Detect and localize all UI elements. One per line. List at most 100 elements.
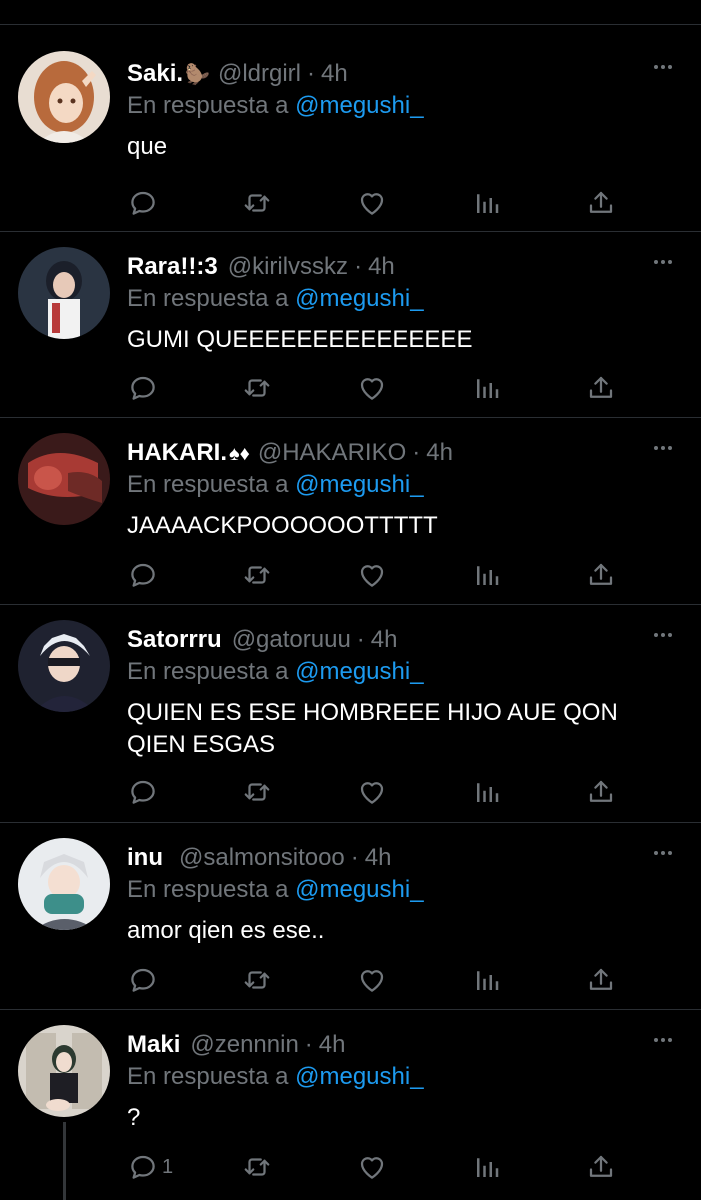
timestamp[interactable]: 4h [368, 253, 395, 280]
more-options-button[interactable] [651, 841, 675, 865]
reply-mention-link[interactable]: @megushi_ [295, 658, 423, 685]
retweet-button[interactable] [242, 183, 272, 223]
user-handle[interactable]: @salmonsitooo [179, 844, 345, 871]
bar-chart-icon [477, 783, 499, 802]
share-button[interactable] [586, 772, 616, 812]
user-handle[interactable]: @ldrgirl [218, 60, 301, 87]
bar-chart-icon [477, 194, 499, 213]
more-options-button[interactable] [651, 436, 675, 460]
reply-bubble-icon [131, 563, 155, 587]
like-button[interactable] [357, 1147, 387, 1187]
timestamp[interactable]: 4h [371, 626, 398, 653]
retweet-button[interactable] [242, 555, 272, 595]
retweet-button[interactable] [242, 772, 272, 812]
timestamp[interactable]: 4h [321, 60, 348, 87]
reply-bubble-icon [131, 780, 155, 804]
tweet-text: ? [127, 1104, 141, 1131]
share-button[interactable] [586, 1147, 616, 1187]
display-name[interactable]: Satorrru [127, 626, 222, 653]
view-stats-button[interactable] [472, 183, 502, 223]
reply-button[interactable] [128, 555, 162, 595]
tweet-card[interactable]: Saki. 🦫 @ldrgirl · 4h En respuesta a @megush… [0, 25, 701, 232]
retweet-button[interactable] [242, 960, 272, 1000]
tweet-card[interactable]: Satorrru @gatoruuu · 4h En respuesta a @meg… [0, 605, 701, 823]
tweet-card[interactable]: HAKARI. ♠♦ @HAKARIKO · 4h En respuesta a @me… [0, 418, 701, 605]
retweet-icon [244, 1158, 270, 1176]
reply-mention-link[interactable]: @megushi_ [295, 92, 423, 119]
view-stats-button[interactable] [472, 960, 502, 1000]
retweet-button[interactable] [242, 368, 272, 408]
share-upload-icon [589, 968, 613, 990]
like-button[interactable] [357, 183, 387, 223]
user-handle[interactable]: @kirilvsskz [228, 253, 348, 280]
timestamp[interactable]: 4h [426, 439, 453, 466]
user-handle[interactable]: @HAKARIKO [258, 439, 406, 466]
view-stats-button[interactable] [472, 1147, 502, 1187]
more-horizontal-icon [654, 446, 672, 450]
reply-prefix: En respuesta a [127, 471, 289, 498]
share-button[interactable] [586, 183, 616, 223]
reply-context: En respuesta a @megushi_ [127, 655, 637, 689]
more-options-button[interactable] [651, 55, 675, 79]
tweet-card[interactable]: Rara!!:3 @kirilvsskz · 4h En respuesta a @m… [0, 232, 701, 418]
share-button[interactable] [586, 368, 616, 408]
display-name[interactable]: Saki. [127, 60, 183, 87]
timestamp[interactable]: 4h [365, 844, 392, 871]
view-stats-button[interactable] [472, 368, 502, 408]
reply-mention-link[interactable]: @megushi_ [295, 1063, 423, 1090]
user-handle[interactable]: @zennnin [190, 1031, 298, 1058]
timestamp[interactable]: 4h [319, 1031, 346, 1058]
avatar[interactable] [18, 433, 110, 525]
reply-mention-link[interactable]: @megushi_ [295, 876, 423, 903]
display-name[interactable]: HAKARI. [127, 439, 227, 466]
retweet-button[interactable] [242, 1147, 272, 1187]
display-name[interactable]: Rara!!:3 [127, 253, 218, 280]
reply-button[interactable] [128, 772, 162, 812]
more-options-button[interactable] [651, 250, 675, 274]
view-stats-button[interactable] [472, 555, 502, 595]
name-emoji: 🦫 [185, 64, 210, 86]
view-stats-button[interactable] [472, 772, 502, 812]
avatar[interactable] [18, 247, 110, 339]
share-button[interactable] [586, 555, 616, 595]
action-bar [0, 368, 701, 408]
tweet-header: Maki @zennnin · 4h [127, 1030, 637, 1060]
like-button[interactable] [357, 368, 387, 408]
avatar[interactable] [18, 620, 110, 712]
more-horizontal-icon [654, 633, 672, 637]
reply-mention-link[interactable]: @megushi_ [295, 471, 423, 498]
more-options-button[interactable] [651, 623, 675, 647]
heart-icon [360, 1157, 384, 1179]
display-name[interactable]: inu [127, 844, 163, 871]
share-button[interactable] [586, 960, 616, 1000]
like-button[interactable] [357, 772, 387, 812]
reply-button[interactable] [128, 368, 162, 408]
display-name[interactable]: Maki [127, 1031, 180, 1058]
avatar[interactable] [18, 1025, 110, 1117]
tweet-header: Satorrru @gatoruuu · 4h [127, 625, 637, 655]
tweet-text: GUMI QUEEEEEEEEEEEEEEE [127, 326, 473, 353]
tweet-card[interactable]: Maki @zennnin · 4h En respuesta a @megushi_… [0, 1010, 701, 1200]
like-button[interactable] [357, 960, 387, 1000]
user-handle[interactable]: @gatoruuu [232, 626, 351, 653]
separator-dot: · [304, 1031, 313, 1058]
tweet-header: inu @salmonsitooo · 4h [127, 843, 637, 873]
share-upload-icon [589, 780, 613, 802]
reply-button[interactable] [128, 960, 162, 1000]
avatar[interactable] [18, 838, 110, 930]
bar-chart-icon [477, 566, 499, 585]
tweet-card[interactable]: inu @salmonsitooo · 4h En respuesta a @megu… [0, 823, 701, 1010]
more-options-button[interactable] [651, 1028, 675, 1052]
heart-icon [360, 970, 384, 992]
reply-prefix: En respuesta a [127, 1063, 289, 1090]
share-upload-icon [589, 1155, 613, 1177]
reply-button[interactable] [128, 183, 162, 223]
heart-icon [360, 378, 384, 400]
reply-prefix: En respuesta a [127, 876, 289, 903]
reply-mention-link[interactable]: @megushi_ [295, 285, 423, 312]
retweet-icon [244, 194, 270, 212]
avatar[interactable] [18, 51, 110, 143]
share-upload-icon [589, 191, 613, 213]
reply-button[interactable]: 1 [128, 1147, 173, 1187]
like-button[interactable] [357, 555, 387, 595]
